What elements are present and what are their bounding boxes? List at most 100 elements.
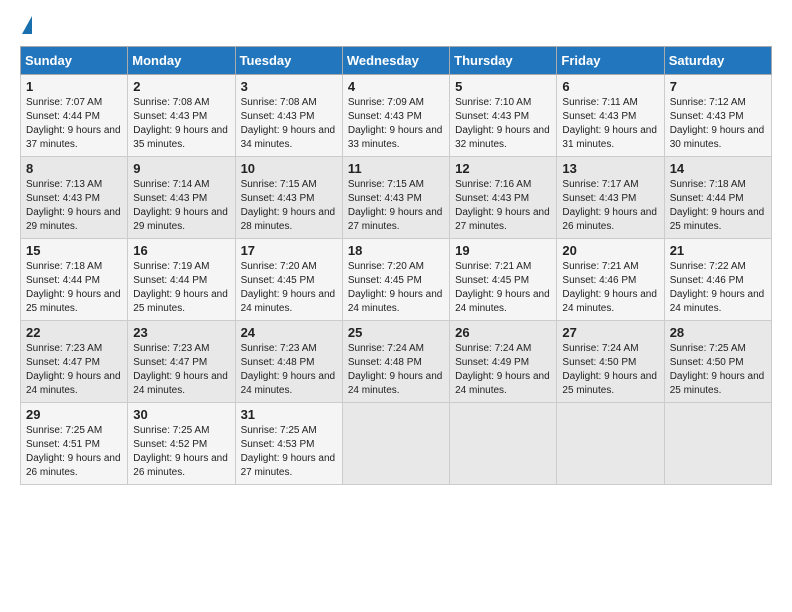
calendar-cell: 10 Sunrise: 7:15 AMSunset: 4:43 PMDayligh… — [235, 157, 342, 239]
logo — [20, 16, 32, 36]
day-number: 27 — [562, 325, 658, 340]
day-number: 8 — [26, 161, 122, 176]
calendar-cell: 11Sunrise: 7:15 AMSunset: 4:43 PMDayligh… — [342, 157, 449, 239]
day-number: 24 — [241, 325, 337, 340]
day-number: 2 — [133, 79, 229, 94]
day-number: 21 — [670, 243, 766, 258]
cell-sunrise: Sunrise: 7:25 AMSunset: 4:50 PMDaylight:… — [670, 343, 765, 396]
day-number: 30 — [133, 407, 229, 422]
cell-sunrise: Sunrise: 7:23 AMSunset: 4:47 PMDaylight:… — [26, 343, 121, 396]
calendar-cell: 3 Sunrise: 7:08 AMSunset: 4:43 PMDaylight… — [235, 75, 342, 157]
weekday-header: Thursday — [450, 47, 557, 75]
day-number: 16 — [133, 243, 229, 258]
weekday-header: Tuesday — [235, 47, 342, 75]
day-number: 10 — [241, 161, 337, 176]
day-number: 26 — [455, 325, 551, 340]
day-number: 15 — [26, 243, 122, 258]
cell-sunrise: Sunrise: 7:20 AMSunset: 4:45 PMDaylight:… — [241, 261, 336, 314]
cell-sunrise: Sunrise: 7:10 AMSunset: 4:43 PMDaylight:… — [455, 97, 550, 150]
calendar-cell: 27Sunrise: 7:24 AMSunset: 4:50 PMDayligh… — [557, 321, 664, 403]
cell-sunrise: Sunrise: 7:13 AMSunset: 4:43 PMDaylight:… — [26, 179, 121, 232]
calendar-cell — [557, 403, 664, 485]
cell-sunrise: Sunrise: 7:25 AMSunset: 4:52 PMDaylight:… — [133, 425, 228, 478]
cell-sunrise: Sunrise: 7:24 AMSunset: 4:48 PMDaylight:… — [348, 343, 443, 396]
cell-sunrise: Sunrise: 7:18 AMSunset: 4:44 PMDaylight:… — [26, 261, 121, 314]
day-number: 14 — [670, 161, 766, 176]
day-number: 25 — [348, 325, 444, 340]
calendar-cell: 9Sunrise: 7:14 AMSunset: 4:43 PMDaylight… — [128, 157, 235, 239]
cell-sunrise: Sunrise: 7:17 AMSunset: 4:43 PMDaylight:… — [562, 179, 657, 232]
cell-sunrise: Sunrise: 7:20 AMSunset: 4:45 PMDaylight:… — [348, 261, 443, 314]
day-number: 12 — [455, 161, 551, 176]
calendar-cell: 20Sunrise: 7:21 AMSunset: 4:46 PMDayligh… — [557, 239, 664, 321]
logo-triangle-icon — [22, 16, 32, 34]
day-number: 6 — [562, 79, 658, 94]
calendar-cell: 17 Sunrise: 7:20 AMSunset: 4:45 PMDayligh… — [235, 239, 342, 321]
calendar-cell: 5 Sunrise: 7:10 AMSunset: 4:43 PMDaylight… — [450, 75, 557, 157]
page-container: SundayMondayTuesdayWednesdayThursdayFrid… — [0, 0, 792, 495]
calendar-cell: 12Sunrise: 7:16 AMSunset: 4:43 PMDayligh… — [450, 157, 557, 239]
calendar-cell: 16 Sunrise: 7:19 AMSunset: 4:44 PMDayligh… — [128, 239, 235, 321]
calendar-cell: 25 Sunrise: 7:24 AMSunset: 4:48 PMDayligh… — [342, 321, 449, 403]
calendar-cell: 26 Sunrise: 7:24 AMSunset: 4:49 PMDayligh… — [450, 321, 557, 403]
cell-sunrise: Sunrise: 7:12 AMSunset: 4:43 PMDaylight:… — [670, 97, 765, 150]
weekday-header: Monday — [128, 47, 235, 75]
day-number: 19 — [455, 243, 551, 258]
cell-sunrise: Sunrise: 7:08 AMSunset: 4:43 PMDaylight:… — [133, 97, 228, 150]
cell-sunrise: Sunrise: 7:15 AMSunset: 4:43 PMDaylight:… — [241, 179, 336, 232]
cell-sunrise: Sunrise: 7:23 AMSunset: 4:47 PMDaylight:… — [133, 343, 228, 396]
day-number: 31 — [241, 407, 337, 422]
day-number: 13 — [562, 161, 658, 176]
weekday-header: Friday — [557, 47, 664, 75]
calendar-cell — [342, 403, 449, 485]
cell-sunrise: Sunrise: 7:14 AMSunset: 4:43 PMDaylight:… — [133, 179, 228, 232]
calendar-cell: 30 Sunrise: 7:25 AMSunset: 4:52 PMDayligh… — [128, 403, 235, 485]
calendar-cell: 15 Sunrise: 7:18 AMSunset: 4:44 PMDayligh… — [21, 239, 128, 321]
calendar-cell: 13 Sunrise: 7:17 AMSunset: 4:43 PMDayligh… — [557, 157, 664, 239]
cell-sunrise: Sunrise: 7:23 AMSunset: 4:48 PMDaylight:… — [241, 343, 336, 396]
calendar-week-row: 29Sunrise: 7:25 AMSunset: 4:51 PMDayligh… — [21, 403, 772, 485]
day-number: 29 — [26, 407, 122, 422]
calendar-cell: 29Sunrise: 7:25 AMSunset: 4:51 PMDayligh… — [21, 403, 128, 485]
calendar-cell: 6 Sunrise: 7:11 AMSunset: 4:43 PMDaylight… — [557, 75, 664, 157]
cell-sunrise: Sunrise: 7:22 AMSunset: 4:46 PMDaylight:… — [670, 261, 765, 314]
cell-sunrise: Sunrise: 7:08 AMSunset: 4:43 PMDaylight:… — [241, 97, 336, 150]
calendar-cell: 1 Sunrise: 7:07 AMSunset: 4:44 PMDaylight… — [21, 75, 128, 157]
calendar-cell: 19 Sunrise: 7:21 AMSunset: 4:45 PMDayligh… — [450, 239, 557, 321]
weekday-header: Wednesday — [342, 47, 449, 75]
cell-sunrise: Sunrise: 7:21 AMSunset: 4:46 PMDaylight:… — [562, 261, 657, 314]
calendar-cell: 2 Sunrise: 7:08 AMSunset: 4:43 PMDaylight… — [128, 75, 235, 157]
calendar-table: SundayMondayTuesdayWednesdayThursdayFrid… — [20, 46, 772, 485]
cell-sunrise: Sunrise: 7:25 AMSunset: 4:53 PMDaylight:… — [241, 425, 336, 478]
cell-sunrise: Sunrise: 7:19 AMSunset: 4:44 PMDaylight:… — [133, 261, 228, 314]
cell-sunrise: Sunrise: 7:11 AMSunset: 4:43 PMDaylight:… — [562, 97, 657, 150]
calendar-cell: 7 Sunrise: 7:12 AMSunset: 4:43 PMDaylight… — [664, 75, 771, 157]
calendar-cell: 23Sunrise: 7:23 AMSunset: 4:47 PMDayligh… — [128, 321, 235, 403]
header — [20, 16, 772, 36]
day-number: 3 — [241, 79, 337, 94]
calendar-week-row: 1 Sunrise: 7:07 AMSunset: 4:44 PMDaylight… — [21, 75, 772, 157]
calendar-cell: 18 Sunrise: 7:20 AMSunset: 4:45 PMDayligh… — [342, 239, 449, 321]
day-number: 7 — [670, 79, 766, 94]
cell-sunrise: Sunrise: 7:18 AMSunset: 4:44 PMDaylight:… — [670, 179, 765, 232]
cell-sunrise: Sunrise: 7:07 AMSunset: 4:44 PMDaylight:… — [26, 97, 121, 150]
day-number: 4 — [348, 79, 444, 94]
calendar-week-row: 22Sunrise: 7:23 AMSunset: 4:47 PMDayligh… — [21, 321, 772, 403]
cell-sunrise: Sunrise: 7:24 AMSunset: 4:49 PMDaylight:… — [455, 343, 550, 396]
day-number: 17 — [241, 243, 337, 258]
day-number: 18 — [348, 243, 444, 258]
calendar-header-row: SundayMondayTuesdayWednesdayThursdayFrid… — [21, 47, 772, 75]
calendar-cell: 21 Sunrise: 7:22 AMSunset: 4:46 PMDayligh… — [664, 239, 771, 321]
calendar-cell — [664, 403, 771, 485]
calendar-week-row: 8 Sunrise: 7:13 AMSunset: 4:43 PMDaylight… — [21, 157, 772, 239]
cell-sunrise: Sunrise: 7:21 AMSunset: 4:45 PMDaylight:… — [455, 261, 550, 314]
cell-sunrise: Sunrise: 7:09 AMSunset: 4:43 PMDaylight:… — [348, 97, 443, 150]
day-number: 5 — [455, 79, 551, 94]
calendar-cell: 31 Sunrise: 7:25 AMSunset: 4:53 PMDayligh… — [235, 403, 342, 485]
day-number: 28 — [670, 325, 766, 340]
calendar-cell: 8 Sunrise: 7:13 AMSunset: 4:43 PMDaylight… — [21, 157, 128, 239]
calendar-cell: 4 Sunrise: 7:09 AMSunset: 4:43 PMDaylight… — [342, 75, 449, 157]
calendar-week-row: 15 Sunrise: 7:18 AMSunset: 4:44 PMDayligh… — [21, 239, 772, 321]
calendar-body: 1 Sunrise: 7:07 AMSunset: 4:44 PMDaylight… — [21, 75, 772, 485]
day-number: 1 — [26, 79, 122, 94]
